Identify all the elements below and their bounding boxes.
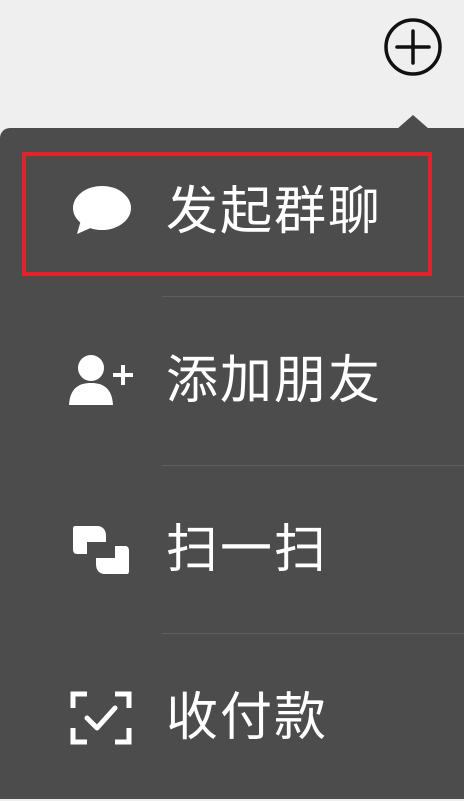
plus-circle-icon[interactable] xyxy=(383,17,443,77)
menu-item-label: 扫一扫 xyxy=(166,519,329,580)
add-user-icon xyxy=(69,354,133,405)
menu-item-payment[interactable]: 收付款 xyxy=(0,634,464,801)
payment-scan-icon xyxy=(70,691,132,744)
menu-item-label: 添加朋友 xyxy=(166,350,383,411)
menu-item-add-friend[interactable]: 添加朋友 xyxy=(0,297,464,464)
scan-icon xyxy=(73,525,129,574)
popup-caret xyxy=(397,115,429,129)
highlight-frame xyxy=(22,152,432,276)
menu-item-label: 收付款 xyxy=(166,687,329,748)
menu-item-scan[interactable]: 扫一扫 xyxy=(0,466,464,633)
